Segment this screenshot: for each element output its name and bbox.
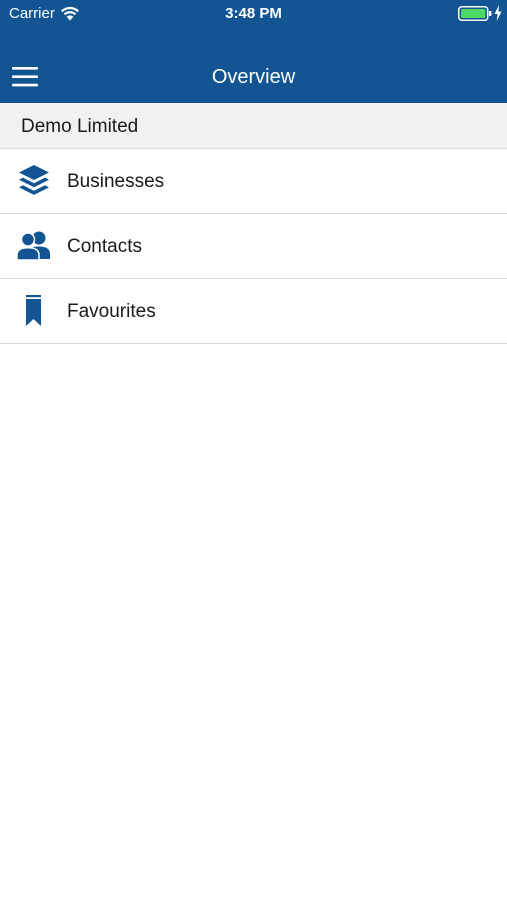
menu-item-label: Contacts [67, 236, 142, 257]
status-bar: Carrier 3:48 PM [0, 0, 507, 28]
navigation-bar: Overview [0, 50, 507, 103]
status-time: 3:48 PM [225, 5, 282, 22]
battery-icon [458, 6, 492, 21]
hamburger-menu-glyph [12, 67, 38, 87]
menu-item-contacts[interactable]: Contacts [0, 214, 507, 279]
people-icon [16, 231, 50, 261]
menu-item-label: Businesses [67, 171, 165, 192]
layers-icon [19, 165, 49, 195]
page-title: Overview [211, 66, 296, 88]
menu-item-businesses[interactable]: Businesses [0, 149, 507, 214]
app-header: Carrier 3:48 PM Overview [0, 0, 507, 103]
company-section-header: Demo Limited [0, 103, 507, 149]
menu-item-favourites[interactable]: Favourites [0, 279, 507, 344]
hamburger-menu-icon[interactable] [12, 66, 39, 88]
bolt-icon [494, 5, 502, 21]
bookmark-icon [26, 295, 41, 326]
overview-menu-list: Businesses Contacts Favourites [0, 149, 507, 344]
menu-item-label: Favourites [67, 301, 156, 322]
app-screen: Carrier 3:48 PM Overview Demo Limited Bu… [0, 0, 507, 900]
company-name: Demo Limited [21, 116, 139, 137]
